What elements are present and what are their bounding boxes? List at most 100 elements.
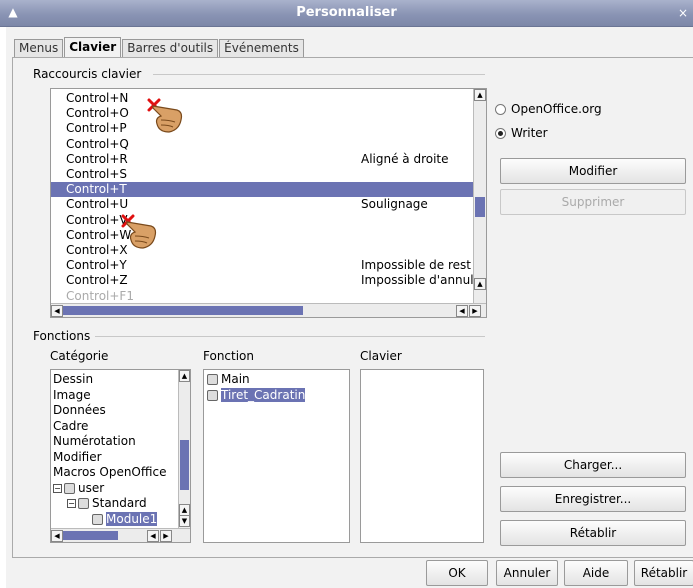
tab-events[interactable]: Événements <box>219 39 304 57</box>
category-horizontal-scrollbar[interactable]: ◀ ◀ ▶ <box>51 528 190 542</box>
category-item[interactable]: Image <box>53 388 91 403</box>
category-header: Catégorie <box>50 349 109 363</box>
help-button[interactable]: Aide <box>564 560 628 586</box>
group-divider <box>95 336 485 337</box>
group-divider <box>153 74 485 75</box>
scroll-left2-icon[interactable]: ◀ <box>147 530 159 542</box>
radio-label: Writer <box>511 126 548 140</box>
scope-writer-radio[interactable]: Writer <box>495 126 548 140</box>
footer-reset-button[interactable]: Rétablir <box>634 560 693 586</box>
macro-library-icon <box>78 498 89 509</box>
scroll-right-icon[interactable]: ▶ <box>160 530 172 542</box>
scroll-down-icon[interactable]: ▲ <box>474 278 486 290</box>
shortcut-function: Aligné à droite <box>361 151 449 166</box>
shortcut-key: Control+S <box>66 167 128 181</box>
shortcut-row[interactable]: Control+Z Impossible d'annul <box>51 273 474 288</box>
shortcut-key: Control+Y <box>66 258 127 273</box>
shortcut-keys-label: Raccourcis clavier <box>33 67 142 81</box>
save-button[interactable]: Enregistrer... <box>500 486 686 512</box>
shortcut-function: Impossible d'annul <box>361 273 474 288</box>
radio-dot <box>495 103 506 115</box>
delete-button[interactable]: Supprimer <box>500 189 686 215</box>
shortcut-row[interactable]: Control+O <box>51 106 474 121</box>
title-bar: ▲ Personnaliser × <box>0 0 693 27</box>
shortcut-row[interactable]: Control+X <box>51 243 474 258</box>
macro-library-icon <box>64 482 75 494</box>
tree-item-label: user <box>78 480 105 495</box>
tab-keyboard[interactable]: Clavier <box>64 37 122 57</box>
macro-icon <box>207 374 218 385</box>
function-header: Fonction <box>203 349 255 363</box>
shortcut-horizontal-scrollbar[interactable]: ◀ ◀ ▶ <box>51 303 486 317</box>
shortcut-key: Control+U <box>66 197 129 212</box>
category-vertical-scrollbar[interactable]: ▲ ▲ ▼ <box>178 370 190 528</box>
tree-item[interactable]: Module1 <box>81 511 158 527</box>
category-item[interactable]: Macros OpenOffice <box>53 465 166 480</box>
scroll-up-icon[interactable]: ▲ <box>179 370 190 382</box>
function-list[interactable]: Main Tiret_Cadratin <box>203 369 350 543</box>
radio-label: OpenOffice.org <box>511 102 602 116</box>
shortcut-function: Impossible de rest <box>361 258 471 273</box>
shortcut-row[interactable]: Control+S <box>51 167 474 182</box>
category-item[interactable]: Données <box>53 403 106 418</box>
shortcut-vertical-scrollbar[interactable]: ▲ ▲ <box>473 89 486 303</box>
shortcut-row[interactable]: Control+Q <box>51 137 474 152</box>
modify-button[interactable]: Modifier <box>500 158 686 184</box>
load-button[interactable]: Charger... <box>500 452 686 478</box>
scroll-left-icon[interactable]: ◀ <box>51 305 63 317</box>
function-item[interactable]: Tiret_Cadratin <box>207 387 306 403</box>
scroll-up-icon[interactable]: ▲ <box>474 89 486 101</box>
macro-icon <box>207 389 218 401</box>
cancel-button[interactable]: Annuler <box>496 560 558 586</box>
shortcut-key: Control+N <box>66 91 129 105</box>
scope-openoffice-radio[interactable]: OpenOffice.org <box>495 102 602 116</box>
pointing-hand-icon <box>121 214 157 249</box>
category-list[interactable]: Dessin Image Données Cadre Numérotation Modif… <box>50 369 191 543</box>
tree-item[interactable]: − user <box>53 481 104 496</box>
customize-dialog: Menus Clavier Barres d'outils Événements… <box>6 27 693 588</box>
tab-menus[interactable]: Menus <box>14 39 64 57</box>
collapse-icon[interactable]: − <box>53 483 62 493</box>
keys-header: Clavier <box>360 349 402 363</box>
scroll-left-icon[interactable]: ◀ <box>51 530 63 542</box>
horizontal-thumb[interactable] <box>63 531 118 540</box>
scroll-thumb[interactable] <box>475 197 485 217</box>
scroll-left2-icon[interactable]: ◀ <box>456 305 468 317</box>
shortcut-row[interactable]: Control+W <box>51 228 474 243</box>
shortcut-row[interactable]: Control+T <box>51 182 474 198</box>
function-item-label: Tiret_Cadratin <box>221 387 306 402</box>
shortcut-row[interactable]: Control+V <box>51 213 474 228</box>
category-item[interactable]: Cadre <box>53 419 88 434</box>
shortcut-list[interactable]: Control+N Control+O Control+P Control+Q Cont… <box>50 88 487 318</box>
shortcut-row[interactable]: Control+F1 <box>51 289 474 304</box>
window-title: Personnaliser <box>296 5 397 20</box>
shortcut-row[interactable]: Control+Y Impossible de rest <box>51 258 474 273</box>
shortcut-key: Control+R <box>66 151 128 166</box>
tab-toolbars[interactable]: Barres d'outils <box>122 39 219 57</box>
horizontal-thumb[interactable] <box>63 306 303 315</box>
shortcut-row[interactable]: Control+U Soulignage <box>51 197 474 212</box>
category-item[interactable]: Dessin <box>53 372 93 387</box>
tree-item[interactable]: − Standard <box>67 496 147 511</box>
category-item[interactable]: Modifier <box>53 450 102 465</box>
close-icon[interactable]: × <box>675 5 691 21</box>
shortcut-key: Control+Z <box>66 273 128 288</box>
shortcut-key: Control+P <box>66 121 127 136</box>
ok-button[interactable]: OK <box>426 560 488 586</box>
shortcut-function: Soulignage <box>361 197 428 212</box>
shortcut-key: Control+T <box>66 182 127 197</box>
shortcut-key: Control+F1 <box>66 288 134 303</box>
shortcut-row[interactable]: Control+N <box>51 91 474 106</box>
reset-button[interactable]: Rétablir <box>500 520 686 546</box>
pointing-hand-icon <box>147 98 183 133</box>
shortcut-row[interactable]: Control+P <box>51 121 474 136</box>
scroll-down-icon[interactable]: ▼ <box>179 515 190 527</box>
function-item[interactable]: Main <box>207 372 250 387</box>
macro-library-icon <box>92 513 103 525</box>
keys-list[interactable] <box>360 369 484 543</box>
shortcut-row[interactable]: Control+R Aligné à droite <box>51 152 474 167</box>
scroll-right-icon[interactable]: ▶ <box>469 305 481 317</box>
category-item[interactable]: Numérotation <box>53 434 136 449</box>
collapse-icon[interactable]: − <box>67 499 76 508</box>
scroll-thumb[interactable] <box>180 440 189 490</box>
